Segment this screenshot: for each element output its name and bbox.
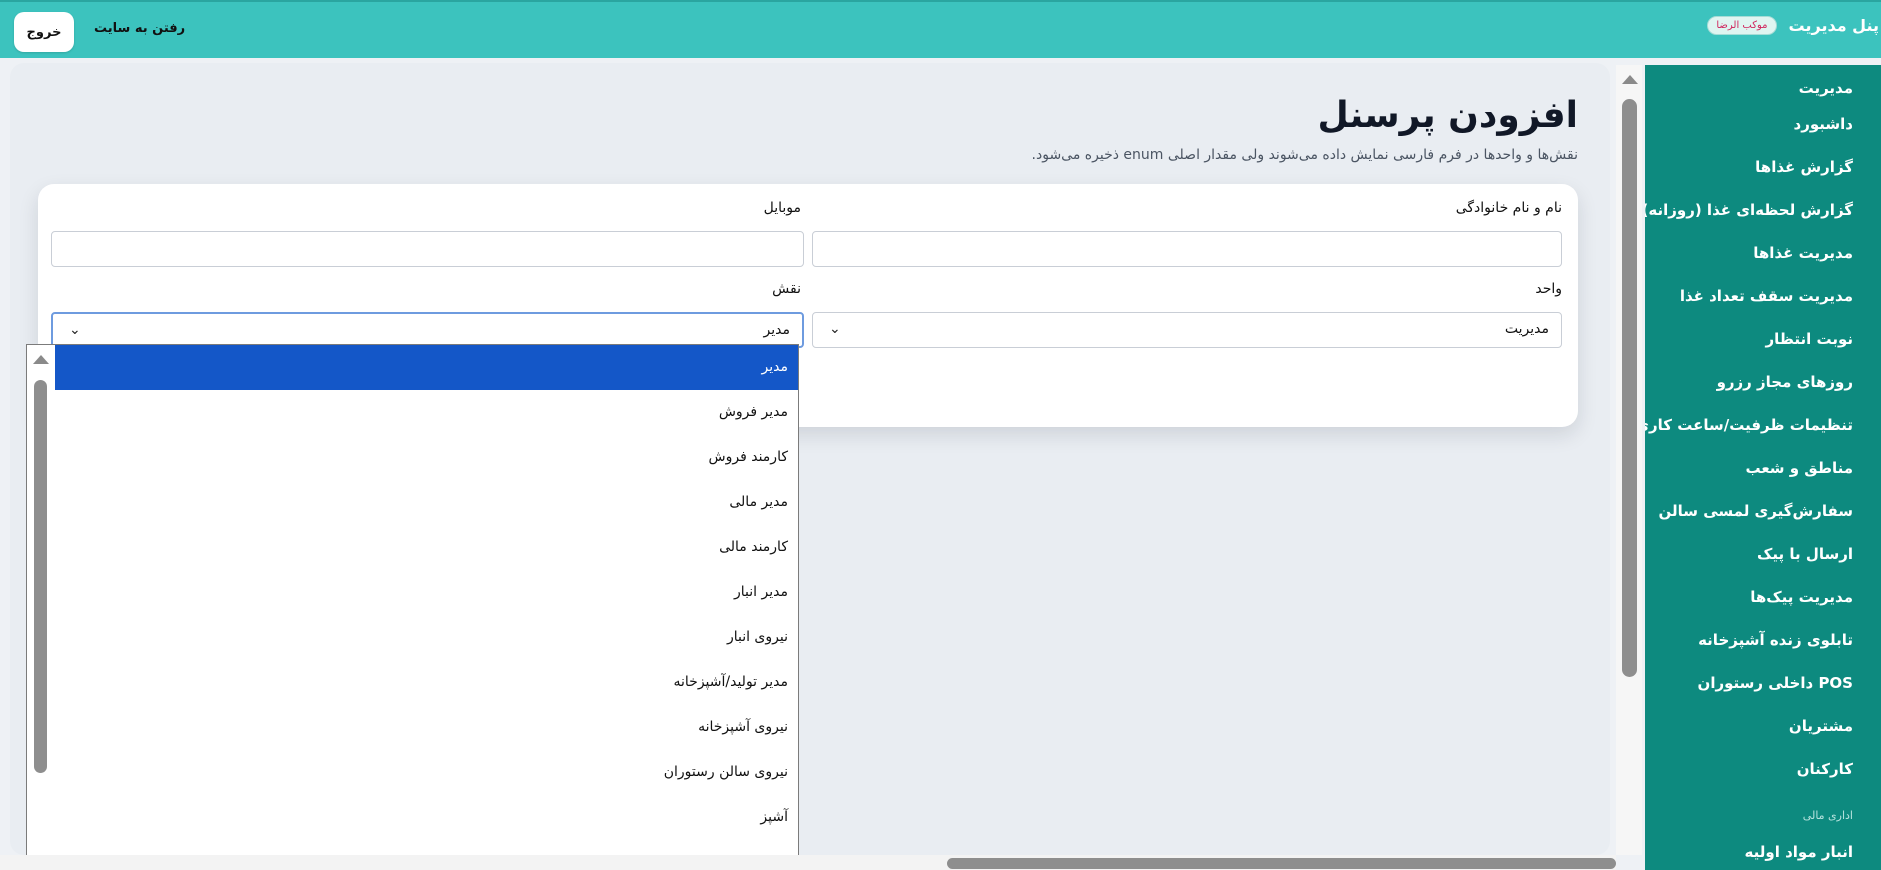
scroll-up-arrow-icon[interactable] [1622, 75, 1638, 84]
mobile-input[interactable] [51, 231, 804, 267]
sidebar-item-customers[interactable]: مشتریان [1645, 705, 1853, 748]
chevron-down-icon: ⌄ [829, 321, 841, 337]
brand: پنل مدیریت موکب الرضا [1707, 16, 1879, 35]
role-option-manager[interactable]: مدیر [55, 345, 798, 390]
sidebar-item-capacity-settings[interactable]: تنظیمات ظرفیت/ساعت کاری [1645, 404, 1853, 447]
sidebar-item-staff[interactable]: کارکنان [1645, 748, 1853, 791]
fullname-input[interactable] [812, 231, 1562, 267]
sidebar-item-dashboard[interactable]: داشبورد [1645, 103, 1853, 146]
sidebar-item-couriers[interactable]: مدیریت پیک‌ها [1645, 576, 1853, 619]
role-dropdown-list[interactable]: مدیر مدیر فروش کارمند فروش مدیر مالی کار… [26, 344, 799, 870]
horizontal-scrollbar[interactable] [0, 855, 1616, 870]
role-label: نقش [772, 281, 801, 297]
sidebar-item-regions-branches[interactable]: مناطق و شعب [1645, 447, 1853, 490]
unit-label: واحد [1535, 281, 1562, 297]
scroll-up-arrow-icon[interactable] [33, 355, 49, 364]
page-subtitle: نقش‌ها و واحدها در فرم فارسی نمایش داده … [1031, 147, 1578, 163]
role-option-chef[interactable]: آشپز [55, 795, 798, 840]
sidebar: مدیریت داشبورد گزارش غذاها گزارش لحظه‌ای… [1645, 65, 1881, 870]
sidebar-item-courier-delivery[interactable]: ارسال با پیک [1645, 533, 1853, 576]
fullname-label: نام و نام خانوادگی [1455, 200, 1562, 216]
role-select-value: مدیر [763, 322, 790, 338]
role-option-kitchen-staff[interactable]: نیروی آشپزخانه [55, 705, 798, 750]
sidebar-item-live-food-report[interactable]: گزارش لحظه‌ای غذا (روزانه) [1645, 189, 1853, 232]
sidebar-heading: مدیریت [1798, 79, 1853, 97]
mobile-label: موبایل [763, 200, 801, 216]
sidebar-item-food-report[interactable]: گزارش غذاها [1645, 146, 1853, 189]
top-bar: پنل مدیریت موکب الرضا رفتن به سایت خروج [0, 0, 1881, 58]
dropdown-scrollbar-thumb[interactable] [34, 380, 47, 773]
sidebar-item-waiting-queue[interactable]: نوبت انتظار [1645, 318, 1853, 361]
logout-button[interactable]: خروج [14, 12, 74, 52]
sidebar-item-reservation-days[interactable]: روزهای مجاز رزرو [1645, 361, 1853, 404]
go-to-site-link[interactable]: رفتن به سایت [94, 21, 185, 36]
role-option-finance-employee[interactable]: کارمند مالی [55, 525, 798, 570]
chevron-down-icon: ⌄ [69, 322, 81, 338]
page-title: افزودن پرسنل [1317, 95, 1578, 136]
role-option-finance-manager[interactable]: مدیر مالی [55, 480, 798, 525]
role-option-hall-staff[interactable]: نیروی سالن رستوران [55, 750, 798, 795]
brand-badge: موکب الرضا [1707, 16, 1777, 35]
role-select[interactable]: مدیر ⌄ [51, 312, 804, 348]
sidebar-section-finance: اداری مالی [1802, 809, 1853, 822]
role-option-sales-manager[interactable]: مدیر فروش [55, 390, 798, 435]
sidebar-item-pos[interactable]: POS داخلی رستوران [1645, 662, 1853, 705]
sidebar-item-food-cap[interactable]: مدیریت سقف تعداد غذا [1645, 275, 1853, 318]
sidebar-item-food-management[interactable]: مدیریت غذاها [1645, 232, 1853, 275]
unit-select-value: مدیریت [1504, 321, 1549, 337]
brand-title[interactable]: پنل مدیریت [1789, 16, 1879, 35]
role-option-warehouse-manager[interactable]: مدیر انبار [55, 570, 798, 615]
role-option-sales-employee[interactable]: کارمند فروش [55, 435, 798, 480]
horizontal-scrollbar-thumb[interactable] [947, 858, 1616, 869]
page-scrollbar-thumb[interactable] [1622, 99, 1637, 677]
page-scrollbar[interactable] [1616, 65, 1642, 855]
sidebar-item-warehouse[interactable]: انبار مواد اولیه [1645, 831, 1853, 870]
sidebar-item-kitchen-board[interactable]: تابلوی زنده آشپزخانه [1645, 619, 1853, 662]
dropdown-options: مدیر مدیر فروش کارمند فروش مدیر مالی کار… [55, 345, 798, 870]
unit-select[interactable]: مدیریت ⌄ [812, 312, 1562, 348]
dropdown-scrollbar[interactable] [27, 345, 55, 870]
role-option-warehouse-staff[interactable]: نیروی انبار [55, 615, 798, 660]
role-option-production-manager[interactable]: مدیر تولید/آشپزخانه [55, 660, 798, 705]
sidebar-item-touch-ordering[interactable]: سفارش‌گیری لمسی سالن [1645, 490, 1853, 533]
